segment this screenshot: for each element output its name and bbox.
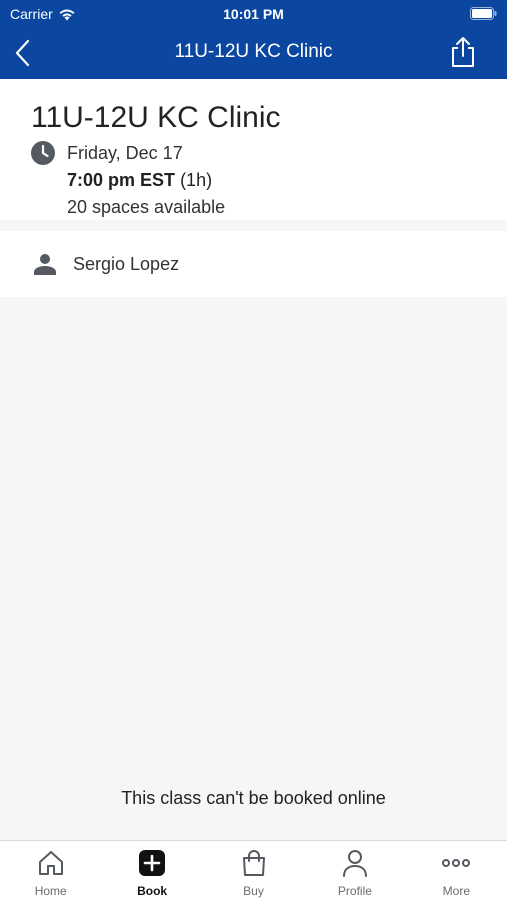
person-icon (342, 850, 367, 877)
plus-square-icon (139, 850, 166, 876)
tab-buy[interactable]: Buy (203, 841, 304, 900)
class-title: 11U-12U KC Clinic (31, 101, 281, 134)
shopping-bag-icon (242, 850, 265, 876)
top-bar: Carrier 10:01 PM 11U-12U KC Clinic (0, 0, 507, 79)
instructor-name: Sergio Lopez (73, 254, 180, 274)
battery-icon (470, 7, 497, 20)
tab-book-label: Book (137, 884, 168, 898)
class-start-time: 7:00 pm EST (67, 170, 176, 190)
nav-bar: 11U-12U KC Clinic (0, 28, 507, 79)
ellipsis-icon (442, 859, 471, 867)
status-bar: Carrier 10:01 PM (0, 0, 507, 28)
nav-title: 11U-12U KC Clinic (174, 41, 333, 62)
tab-home[interactable]: Home (0, 841, 101, 900)
class-time: 7:00 pm EST (1h) (67, 170, 212, 191)
tab-profile[interactable]: Profile (304, 841, 405, 900)
class-header: 11U-12U KC Clinic Friday, Dec 17 7:00 pm… (0, 79, 507, 220)
class-duration: (1h) (180, 170, 213, 190)
class-availability: 20 spaces available (67, 197, 226, 217)
share-icon[interactable] (449, 36, 477, 68)
tab-more-label: More (442, 884, 470, 898)
tab-book[interactable]: Book (101, 841, 202, 900)
tab-bar: Home Book Buy Profile More (0, 840, 507, 900)
tab-home-label: Home (34, 884, 67, 898)
tab-buy-label: Buy (243, 884, 264, 898)
status-time: 10:01 PM (223, 6, 284, 22)
home-icon (38, 851, 63, 875)
tab-profile-label: Profile (337, 884, 372, 898)
clock-icon (31, 141, 55, 165)
instructor-row[interactable]: Sergio Lopez (0, 231, 507, 297)
booking-notice: This class can't be booked online (121, 788, 386, 808)
class-date: Friday, Dec 17 (67, 143, 183, 163)
tab-more[interactable]: More (406, 841, 507, 900)
person-icon (34, 254, 56, 275)
